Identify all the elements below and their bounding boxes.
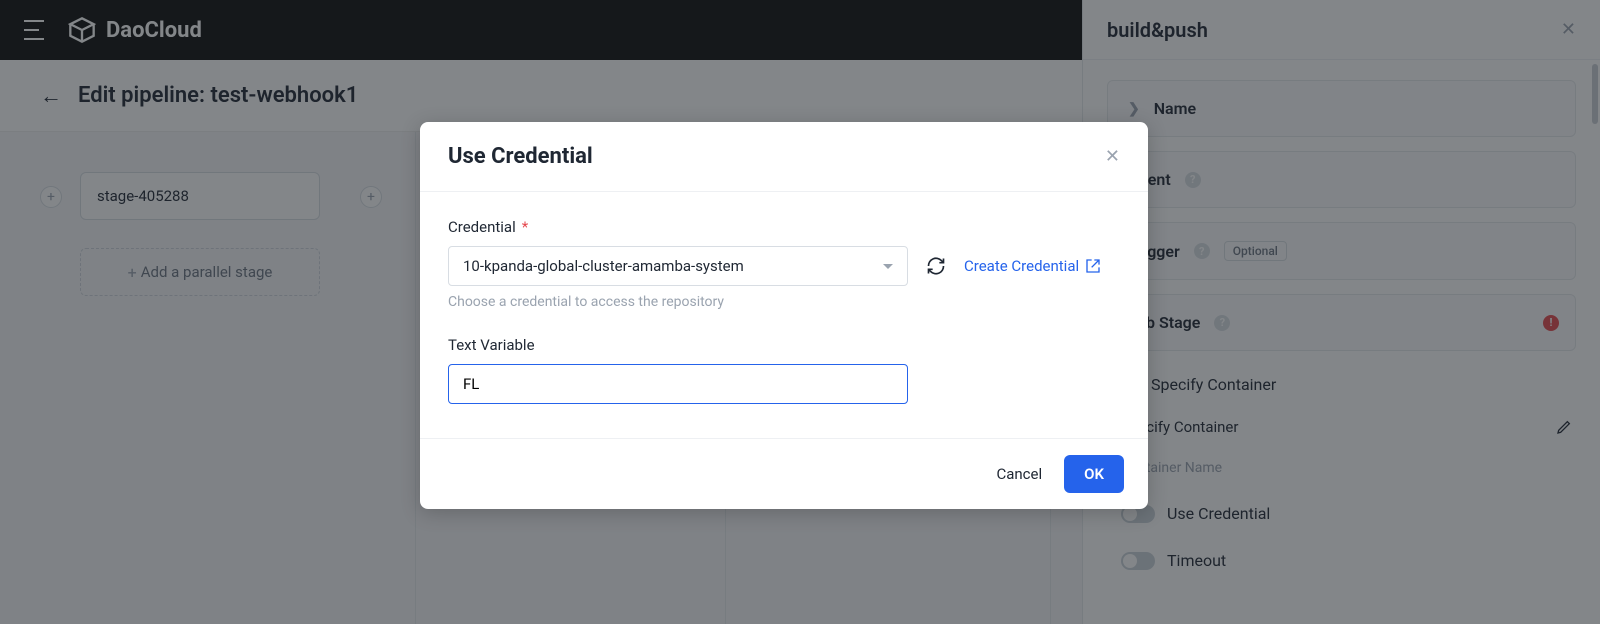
ok-button[interactable]: OK [1064,455,1124,493]
credential-hint: Choose a credential to access the reposi… [448,294,1120,310]
close-icon[interactable]: ✕ [1105,146,1120,167]
credential-select[interactable]: 10-kpanda-global-cluster-amamba-system [448,246,908,286]
text-variable-label: Text Variable [448,336,535,354]
create-credential-link[interactable]: Create Credential [964,257,1101,275]
cancel-button[interactable]: Cancel [996,465,1042,483]
required-star: * [522,218,528,236]
credential-select-value: 10-kpanda-global-cluster-amamba-system [463,257,744,275]
external-link-icon [1085,258,1101,274]
create-credential-label: Create Credential [964,257,1079,275]
text-variable-input[interactable] [448,364,908,404]
credential-label: Credential [448,218,516,236]
use-credential-modal: Use Credential ✕ Credential * 10-kpanda-… [420,122,1148,509]
refresh-icon[interactable] [926,256,946,276]
modal-title: Use Credential [448,144,593,169]
